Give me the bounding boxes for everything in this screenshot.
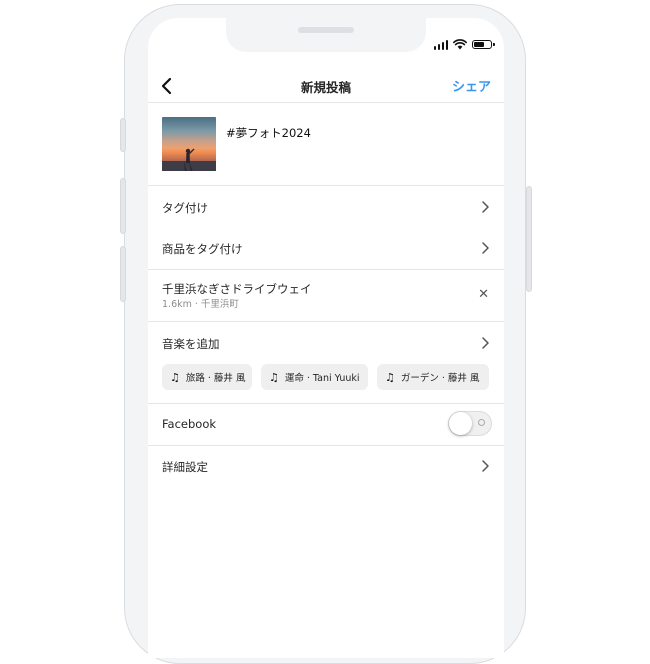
tag-products-label: 商品をタグ付け bbox=[162, 242, 243, 256]
music-note-icon: ♫ bbox=[170, 370, 180, 384]
divider bbox=[148, 102, 504, 103]
page-title: 新規投稿 bbox=[300, 80, 351, 95]
music-chip[interactable]: ♫ ガーデン · 藤井 風 bbox=[377, 364, 489, 390]
silhouette-image bbox=[162, 148, 216, 172]
phone-volume-up-button bbox=[120, 178, 126, 234]
tag-people-label: タグ付け bbox=[162, 201, 208, 215]
advanced-settings-row[interactable]: 詳細設定 bbox=[148, 446, 504, 486]
toggle-off-indicator bbox=[478, 419, 485, 426]
music-note-icon: ♫ bbox=[385, 370, 395, 384]
music-note-icon: ♫ bbox=[269, 370, 279, 384]
speaker-grille bbox=[298, 27, 354, 33]
music-chip-label: ガーデン · 藤井 風 bbox=[400, 373, 480, 384]
facebook-label: Facebook bbox=[162, 417, 217, 431]
chevron-right-icon bbox=[482, 460, 489, 472]
music-chip-label: 旅路 · 藤井 風 bbox=[185, 373, 246, 384]
close-icon[interactable]: ✕ bbox=[478, 287, 489, 302]
location-name: 千里浜なぎさドライブウェイ bbox=[162, 282, 312, 296]
music-chip[interactable]: ♫ 旅路 · 藤井 風 bbox=[162, 364, 252, 390]
phone-screen: 新規投稿 シェア #夢フォト2024 タグ付け 商品をタグ付け 千里浜なぎさドラ… bbox=[148, 18, 504, 658]
wifi-icon bbox=[453, 39, 467, 50]
music-chip[interactable]: ♫ 運命 · Tani Yuuki bbox=[261, 364, 368, 390]
phone-silent-switch bbox=[120, 118, 126, 152]
post-thumbnail[interactable] bbox=[162, 117, 216, 172]
caption-text[interactable]: #夢フォト2024 bbox=[226, 125, 311, 141]
phone-power-button bbox=[526, 186, 532, 292]
signal-icon bbox=[433, 39, 448, 50]
add-music-row[interactable]: 音楽を追加 bbox=[148, 322, 504, 362]
status-bar bbox=[433, 39, 495, 50]
phone-volume-down-button bbox=[120, 246, 126, 302]
facebook-toggle[interactable] bbox=[448, 411, 492, 436]
tag-people-row[interactable]: タグ付け bbox=[148, 186, 504, 226]
nav-bar: 新規投稿 シェア bbox=[148, 70, 504, 102]
music-chip-label: 運命 · Tani Yuuki bbox=[284, 373, 360, 384]
chevron-right-icon bbox=[482, 201, 489, 213]
add-music-label: 音楽を追加 bbox=[162, 337, 220, 351]
location-detail: 1.6km · 千里浜町 bbox=[162, 299, 239, 310]
toggle-knob bbox=[449, 412, 472, 435]
chevron-right-icon bbox=[482, 337, 489, 349]
notch bbox=[226, 18, 426, 52]
battery-icon bbox=[472, 40, 495, 49]
tag-products-row[interactable]: 商品をタグ付け bbox=[148, 227, 504, 267]
advanced-settings-label: 詳細設定 bbox=[162, 460, 208, 474]
share-button[interactable]: シェア bbox=[452, 76, 491, 95]
chevron-right-icon bbox=[482, 242, 489, 254]
location-row[interactable]: 千里浜なぎさドライブウェイ 1.6km · 千里浜町 ✕ bbox=[148, 270, 504, 321]
